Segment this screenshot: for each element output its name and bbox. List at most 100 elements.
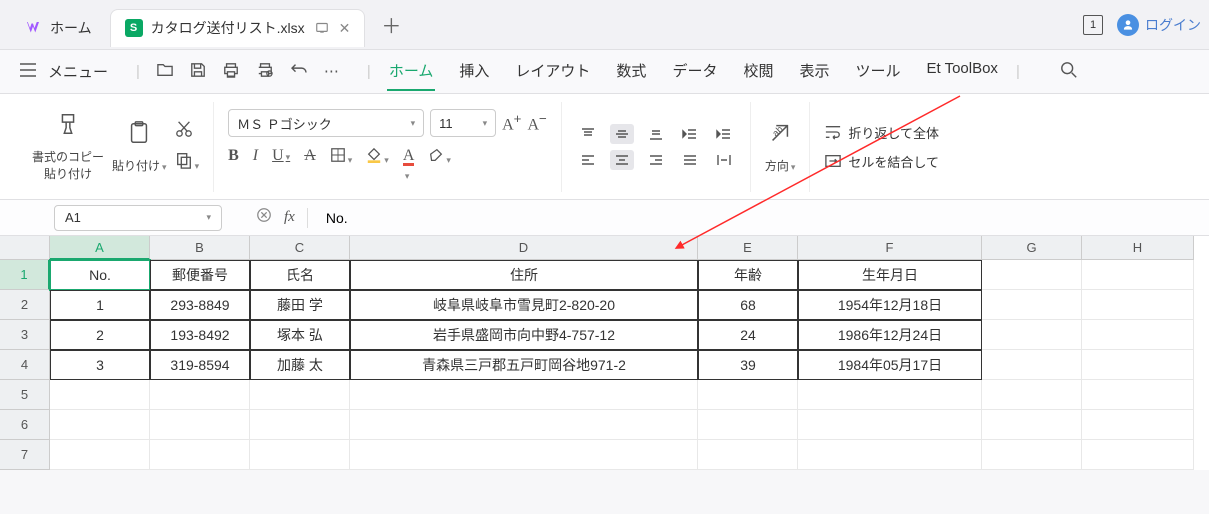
align-bottom-button[interactable]	[644, 124, 668, 144]
cell-D4[interactable]: 青森県三戸郡五戸町岡谷地971-2	[350, 350, 698, 380]
font-name-select[interactable]: ＭＳ Ｐゴシック▾	[228, 109, 424, 137]
borders-button[interactable]: ▾	[330, 147, 353, 184]
menu-tab-4[interactable]: データ	[670, 52, 719, 91]
cell-D7[interactable]	[350, 440, 698, 470]
cut-button[interactable]	[175, 120, 200, 143]
cell-F2[interactable]: 1954年12月18日	[798, 290, 982, 320]
window-number-badge[interactable]: 1	[1083, 15, 1103, 35]
cell-G1[interactable]	[982, 260, 1082, 290]
cell-F3[interactable]: 1986年12月24日	[798, 320, 982, 350]
cell-B2[interactable]: 293-8849	[150, 290, 250, 320]
font-color-button[interactable]: A▾	[403, 147, 415, 184]
tab-home[interactable]: ホーム	[10, 9, 106, 47]
fill-color-button[interactable]: ▾	[366, 147, 389, 184]
wrap-text-button[interactable]: 折り返して全体	[824, 123, 939, 142]
underline-button[interactable]: U▾	[272, 147, 290, 184]
cell-E6[interactable]	[698, 410, 798, 440]
cell-B4[interactable]: 319-8594	[150, 350, 250, 380]
login-button[interactable]: ログイン	[1117, 14, 1201, 36]
cell-E5[interactable]	[698, 380, 798, 410]
font-size-select[interactable]: 11▾	[430, 109, 496, 137]
print-icon[interactable]	[222, 62, 240, 82]
cell-F4[interactable]: 1984年05月17日	[798, 350, 982, 380]
menu-label[interactable]: メニュー	[48, 61, 108, 82]
cell-F5[interactable]	[798, 380, 982, 410]
cell-G5[interactable]	[982, 380, 1082, 410]
cell-G2[interactable]	[982, 290, 1082, 320]
more-icon[interactable]: ⋯	[324, 62, 339, 82]
cell-H3[interactable]	[1082, 320, 1194, 350]
row-header-2[interactable]: 2	[0, 290, 50, 320]
cell-G7[interactable]	[982, 440, 1082, 470]
cell-D3[interactable]: 岩手県盛岡市向中野4-757-12	[350, 320, 698, 350]
column-header-D[interactable]: D	[350, 236, 698, 260]
hamburger-icon[interactable]	[20, 63, 36, 81]
column-header-H[interactable]: H	[1082, 236, 1194, 260]
merge-cells-button[interactable]: セルを結合して	[824, 152, 939, 171]
paste-button[interactable]: 貼り付け▾	[112, 120, 167, 174]
menu-tab-7[interactable]: ツール	[853, 52, 902, 91]
cell-H4[interactable]	[1082, 350, 1194, 380]
cell-B7[interactable]	[150, 440, 250, 470]
cancel-fx-icon[interactable]	[256, 207, 272, 228]
cell-H5[interactable]	[1082, 380, 1194, 410]
print-preview-icon[interactable]	[256, 62, 274, 82]
open-icon[interactable]	[156, 62, 174, 82]
cell-C7[interactable]	[250, 440, 350, 470]
cell-B3[interactable]: 193-8492	[150, 320, 250, 350]
cell-A6[interactable]	[50, 410, 150, 440]
cell-E1[interactable]: 年齢	[698, 260, 798, 290]
row-header-6[interactable]: 6	[0, 410, 50, 440]
cell-A5[interactable]	[50, 380, 150, 410]
copy-button[interactable]: ▾	[175, 151, 200, 174]
cell-E3[interactable]: 24	[698, 320, 798, 350]
column-header-C[interactable]: C	[250, 236, 350, 260]
column-header-E[interactable]: E	[698, 236, 798, 260]
menu-tab-6[interactable]: 表示	[797, 52, 831, 91]
name-box[interactable]: A1▾	[54, 205, 222, 231]
cell-F1[interactable]: 生年月日	[798, 260, 982, 290]
align-left-button[interactable]	[576, 150, 600, 170]
cell-D5[interactable]	[350, 380, 698, 410]
cell-C5[interactable]	[250, 380, 350, 410]
cell-A3[interactable]: 2	[50, 320, 150, 350]
decrease-font-button[interactable]: A−	[527, 111, 546, 134]
cell-C2[interactable]: 藤田 学	[250, 290, 350, 320]
orientation-button[interactable]: ab 方向▾	[765, 120, 796, 174]
new-tab-button[interactable]: ＋	[381, 10, 401, 39]
undo-icon[interactable]	[290, 62, 308, 82]
menu-tab-5[interactable]: 校閲	[741, 52, 775, 91]
cell-G4[interactable]	[982, 350, 1082, 380]
cell-G3[interactable]	[982, 320, 1082, 350]
cell-E4[interactable]: 39	[698, 350, 798, 380]
select-all-corner[interactable]	[0, 236, 50, 260]
cell-D1[interactable]: 住所	[350, 260, 698, 290]
tab-document[interactable]: S カタログ送付リスト.xlsx ✕	[110, 9, 366, 47]
close-icon[interactable]: ✕	[339, 20, 351, 37]
cell-B1[interactable]: 郵便番号	[150, 260, 250, 290]
cell-C4[interactable]: 加藤 太	[250, 350, 350, 380]
cell-D2[interactable]: 岐阜県岐阜市雪見町2-820-20	[350, 290, 698, 320]
cell-G6[interactable]	[982, 410, 1082, 440]
cell-F6[interactable]	[798, 410, 982, 440]
menu-tab-1[interactable]: 挿入	[457, 52, 491, 91]
align-top-button[interactable]	[576, 124, 600, 144]
distribute-button[interactable]	[712, 150, 736, 170]
cell-A1[interactable]: No.	[50, 260, 150, 290]
cell-H6[interactable]	[1082, 410, 1194, 440]
clear-format-button[interactable]: ▾	[428, 147, 451, 184]
menu-tab-0[interactable]: ホーム	[387, 52, 436, 91]
column-header-B[interactable]: B	[150, 236, 250, 260]
row-header-4[interactable]: 4	[0, 350, 50, 380]
menu-tab-8[interactable]: Et ToolBox	[925, 52, 1000, 91]
row-header-3[interactable]: 3	[0, 320, 50, 350]
cell-B5[interactable]	[150, 380, 250, 410]
cell-C1[interactable]: 氏名	[250, 260, 350, 290]
column-header-A[interactable]: A	[50, 236, 150, 260]
search-icon[interactable]	[1060, 61, 1078, 83]
cell-H7[interactable]	[1082, 440, 1194, 470]
menu-tab-3[interactable]: 数式	[614, 52, 648, 91]
cell-A4[interactable]: 3	[50, 350, 150, 380]
window-detach-icon[interactable]	[315, 20, 329, 37]
increase-indent-button[interactable]	[712, 124, 736, 144]
